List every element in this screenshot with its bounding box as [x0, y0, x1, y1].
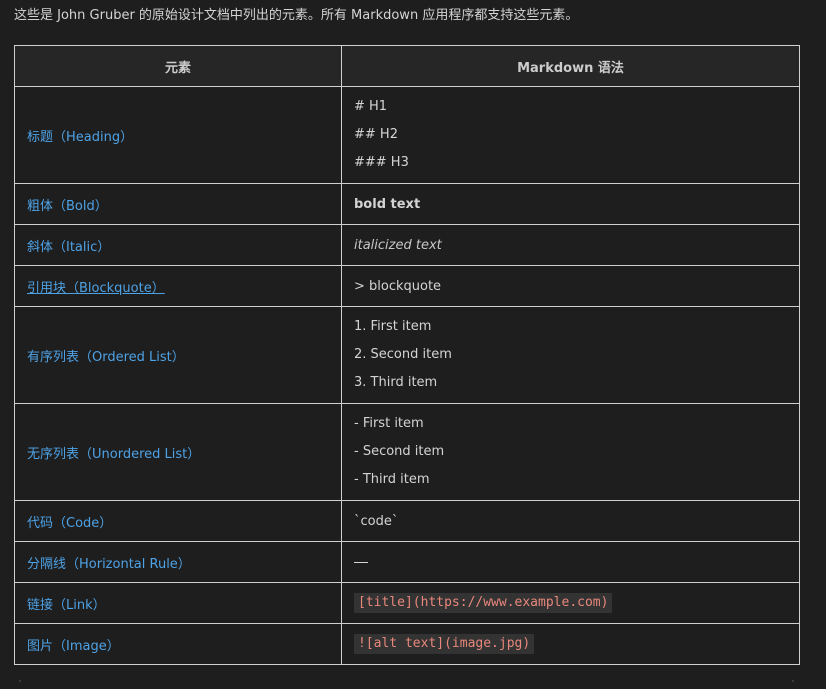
element-link[interactable]: 引用块（Blockquote）: [27, 281, 165, 296]
intro-text: 这些是 John Gruber 的原始设计文档中列出的元素。所有 Markdow…: [14, 8, 579, 23]
syntax-line: - Third item: [354, 472, 430, 487]
element-name-link[interactable]: 链接（Link）: [14, 582, 342, 624]
syntax-line: > blockquote: [354, 278, 442, 294]
element-name-italic[interactable]: 斜体（Italic）: [14, 224, 342, 266]
syntax-cell: [341, 541, 800, 583]
table-row: 图片（Image） ![alt text](image.jpg): [14, 623, 800, 665]
syntax-line: 2. Second item: [354, 347, 452, 362]
syntax-cell: > blockquote: [341, 265, 800, 307]
markdown-syntax-table: 元素 Markdown 语法 标题（Heading） # H1 ## H2 ##…: [14, 45, 800, 665]
element-link[interactable]: 粗体（Bold）: [27, 199, 108, 214]
element-name-blockquote[interactable]: 引用块（Blockquote）: [14, 265, 342, 307]
syntax-italic-sample: italicized text: [354, 237, 442, 253]
table-row: 链接（Link） [title](https://www.example.com…: [14, 582, 800, 624]
table-row: 粗体（Bold） bold text: [14, 183, 800, 225]
header-element: 元素: [14, 45, 342, 87]
syntax-line: `code`: [354, 513, 399, 529]
table-header-row: 元素 Markdown 语法: [14, 45, 800, 87]
syntax-cell: bold text: [341, 183, 800, 225]
element-name-code[interactable]: 代码（Code）: [14, 500, 342, 542]
syntax-line: ## H2: [354, 127, 398, 142]
element-name-unordered-list[interactable]: 无序列表（Unordered List）: [14, 403, 342, 501]
scroll-marker-left: [19, 680, 21, 682]
element-link[interactable]: 图片（Image）: [27, 639, 120, 654]
element-name-horizontal-rule[interactable]: 分隔线（Horizontal Rule）: [14, 541, 342, 583]
syntax-line: ### H3: [354, 155, 409, 170]
syntax-line: - Second item: [354, 444, 445, 459]
element-link[interactable]: 有序列表（Ordered List）: [27, 350, 185, 365]
table-row: 引用块（Blockquote） > blockquote: [14, 265, 800, 307]
header-markdown-syntax: Markdown 语法: [341, 45, 800, 87]
table-row: 分隔线（Horizontal Rule）: [14, 541, 800, 583]
syntax-cell: italicized text: [341, 224, 800, 266]
element-name-heading[interactable]: 标题（Heading）: [14, 86, 342, 184]
element-name-ordered-list[interactable]: 有序列表（Ordered List）: [14, 306, 342, 404]
element-link[interactable]: 标题（Heading）: [27, 130, 133, 145]
syntax-bold-sample: bold text: [354, 196, 421, 212]
syntax-line: # H1: [354, 99, 388, 114]
element-name-bold[interactable]: 粗体（Bold）: [14, 183, 342, 225]
horizontal-rule-sample: [354, 561, 368, 563]
syntax-cell: `code`: [341, 500, 800, 542]
element-link[interactable]: 无序列表（Unordered List）: [27, 447, 200, 462]
element-link[interactable]: 斜体（Italic）: [27, 240, 110, 255]
syntax-line: 3. Third item: [354, 375, 438, 390]
syntax-line: - First item: [354, 416, 424, 431]
syntax-cell: # H1 ## H2 ### H3: [341, 86, 800, 184]
code-chip-image: ![alt text](image.jpg): [354, 634, 535, 654]
element-link[interactable]: 分隔线（Horizontal Rule）: [27, 557, 191, 572]
table-row: 斜体（Italic） italicized text: [14, 224, 800, 266]
scroll-marker-right: [792, 680, 794, 682]
element-name-image[interactable]: 图片（Image）: [14, 623, 342, 665]
element-link[interactable]: 链接（Link）: [27, 598, 106, 613]
code-chip-link: [title](https://www.example.com): [354, 593, 613, 613]
table-row: 有序列表（Ordered List） 1. First item 2. Seco…: [14, 306, 800, 404]
syntax-cell: ![alt text](image.jpg): [341, 623, 800, 665]
table-row: 代码（Code） `code`: [14, 500, 800, 542]
syntax-cell: - First item - Second item - Third item: [341, 403, 800, 501]
table-row: 无序列表（Unordered List） - First item - Seco…: [14, 403, 800, 501]
syntax-cell: [title](https://www.example.com): [341, 582, 800, 624]
syntax-line: 1. First item: [354, 319, 432, 334]
element-link[interactable]: 代码（Code）: [27, 516, 112, 531]
syntax-cell: 1. First item 2. Second item 3. Third it…: [341, 306, 800, 404]
table-row: 标题（Heading） # H1 ## H2 ### H3: [14, 86, 800, 184]
